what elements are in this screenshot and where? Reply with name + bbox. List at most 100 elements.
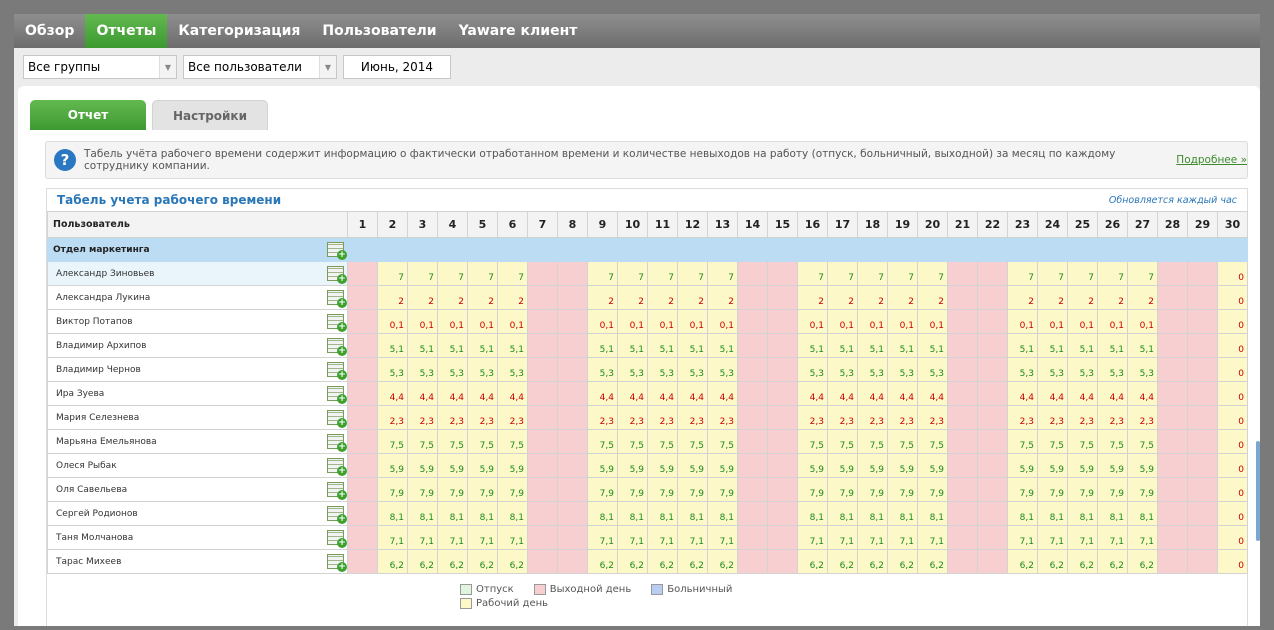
work-day-cell[interactable]: 4,4 — [497, 381, 528, 406]
work-day-cell[interactable]: 6,2 — [1067, 549, 1098, 574]
user-name[interactable]: Александр Зиновьев — [56, 269, 155, 279]
day-off-cell[interactable] — [737, 261, 768, 286]
chevron-down-icon[interactable]: ▼ — [159, 56, 176, 78]
work-day-cell[interactable]: 7,5 — [497, 429, 528, 454]
work-day-cell[interactable]: 7,5 — [707, 429, 738, 454]
work-day-cell[interactable]: 7,9 — [497, 477, 528, 502]
work-day-cell[interactable]: 4,4 — [1037, 381, 1068, 406]
work-day-cell[interactable]: 5,9 — [377, 453, 408, 478]
work-day-cell[interactable]: 7,1 — [797, 525, 828, 550]
add-record-icon[interactable] — [327, 506, 347, 524]
day-off-cell[interactable] — [737, 309, 768, 334]
work-day-cell[interactable]: 0,1 — [797, 309, 828, 334]
work-day-cell[interactable]: 5,3 — [377, 357, 408, 382]
work-day-cell[interactable]: 2,3 — [647, 405, 678, 430]
day-off-cell[interactable] — [557, 477, 588, 502]
day-off-cell[interactable] — [527, 525, 558, 550]
work-day-cell[interactable]: 7,5 — [917, 429, 948, 454]
nav-users[interactable]: Пользователи — [311, 14, 447, 48]
day-off-cell[interactable] — [947, 549, 978, 574]
work-day-cell[interactable]: 2 — [677, 285, 708, 310]
day-off-cell[interactable] — [977, 309, 1008, 334]
work-day-cell[interactable]: 0,1 — [437, 309, 468, 334]
work-day-cell[interactable]: 7,5 — [1097, 429, 1128, 454]
work-day-cell[interactable]: 7,9 — [467, 477, 498, 502]
work-day-cell[interactable]: 5,9 — [917, 453, 948, 478]
work-day-cell[interactable]: 0 — [1217, 285, 1248, 310]
day-off-cell[interactable] — [1187, 501, 1218, 526]
day-off-cell[interactable] — [977, 501, 1008, 526]
work-day-cell[interactable]: 2,3 — [407, 405, 438, 430]
work-day-cell[interactable]: 5,3 — [887, 357, 918, 382]
work-day-cell[interactable]: 2 — [467, 285, 498, 310]
work-day-cell[interactable]: 5,9 — [677, 453, 708, 478]
day-off-cell[interactable] — [767, 381, 798, 406]
work-day-cell[interactable]: 8,1 — [1007, 501, 1038, 526]
work-day-cell[interactable]: 6,2 — [377, 549, 408, 574]
work-day-cell[interactable]: 0,1 — [1097, 309, 1128, 334]
user-name[interactable]: Мария Селезнева — [56, 413, 139, 423]
user-name[interactable]: Виктор Потапов — [56, 317, 133, 327]
work-day-cell[interactable]: 2,3 — [887, 405, 918, 430]
day-off-cell[interactable] — [947, 405, 978, 430]
day-off-cell[interactable] — [737, 501, 768, 526]
work-day-cell[interactable]: 7 — [467, 261, 498, 286]
work-day-cell[interactable]: 2 — [647, 285, 678, 310]
day-off-cell[interactable] — [977, 381, 1008, 406]
day-off-cell[interactable] — [947, 261, 978, 286]
day-off-cell[interactable] — [737, 549, 768, 574]
work-day-cell[interactable]: 5,1 — [707, 333, 738, 358]
work-day-cell[interactable]: 8,1 — [677, 501, 708, 526]
add-record-icon[interactable] — [327, 338, 347, 356]
work-day-cell[interactable]: 7,1 — [1007, 525, 1038, 550]
work-day-cell[interactable]: 5,9 — [437, 453, 468, 478]
day-off-cell[interactable] — [977, 357, 1008, 382]
work-day-cell[interactable]: 5,9 — [587, 453, 618, 478]
day-off-cell[interactable] — [1187, 333, 1218, 358]
tab-report[interactable]: Отчет — [30, 100, 146, 130]
work-day-cell[interactable]: 7,1 — [1067, 525, 1098, 550]
day-off-cell[interactable] — [947, 381, 978, 406]
work-day-cell[interactable]: 4,4 — [827, 381, 858, 406]
work-day-cell[interactable]: 5,9 — [707, 453, 738, 478]
work-day-cell[interactable]: 5,1 — [407, 333, 438, 358]
work-day-cell[interactable]: 4,4 — [377, 381, 408, 406]
work-day-cell[interactable]: 2,3 — [497, 405, 528, 430]
work-day-cell[interactable]: 4,4 — [407, 381, 438, 406]
work-day-cell[interactable]: 4,4 — [797, 381, 828, 406]
more-link[interactable]: Подробнее » — [1176, 154, 1247, 166]
user-select[interactable]: Все пользователи ▼ — [183, 55, 337, 79]
work-day-cell[interactable]: 7,1 — [677, 525, 708, 550]
work-day-cell[interactable]: 5,3 — [797, 357, 828, 382]
work-day-cell[interactable]: 0,1 — [407, 309, 438, 334]
work-day-cell[interactable]: 5,3 — [617, 357, 648, 382]
work-day-cell[interactable]: 0 — [1217, 453, 1248, 478]
work-day-cell[interactable]: 5,1 — [797, 333, 828, 358]
add-record-icon[interactable] — [327, 314, 347, 332]
work-day-cell[interactable]: 7,9 — [407, 477, 438, 502]
day-off-cell[interactable] — [1187, 405, 1218, 430]
day-off-cell[interactable] — [737, 525, 768, 550]
work-day-cell[interactable]: 7,5 — [857, 429, 888, 454]
work-day-cell[interactable]: 0 — [1217, 333, 1248, 358]
day-off-cell[interactable] — [557, 501, 588, 526]
work-day-cell[interactable]: 5,9 — [617, 453, 648, 478]
add-record-icon[interactable] — [327, 386, 347, 404]
day-off-cell[interactable] — [977, 525, 1008, 550]
day-off-cell[interactable] — [947, 429, 978, 454]
work-day-cell[interactable]: 0,1 — [677, 309, 708, 334]
work-day-cell[interactable]: 2 — [377, 285, 408, 310]
day-off-cell[interactable] — [557, 429, 588, 454]
work-day-cell[interactable]: 7 — [677, 261, 708, 286]
work-day-cell[interactable]: 8,1 — [827, 501, 858, 526]
work-day-cell[interactable]: 0,1 — [497, 309, 528, 334]
work-day-cell[interactable]: 5,3 — [827, 357, 858, 382]
work-day-cell[interactable]: 8,1 — [1067, 501, 1098, 526]
day-off-cell[interactable] — [557, 261, 588, 286]
work-day-cell[interactable]: 5,9 — [407, 453, 438, 478]
day-off-cell[interactable] — [767, 261, 798, 286]
day-off-cell[interactable] — [947, 357, 978, 382]
work-day-cell[interactable]: 5,1 — [857, 333, 888, 358]
work-day-cell[interactable]: 7,1 — [917, 525, 948, 550]
work-day-cell[interactable]: 5,9 — [827, 453, 858, 478]
